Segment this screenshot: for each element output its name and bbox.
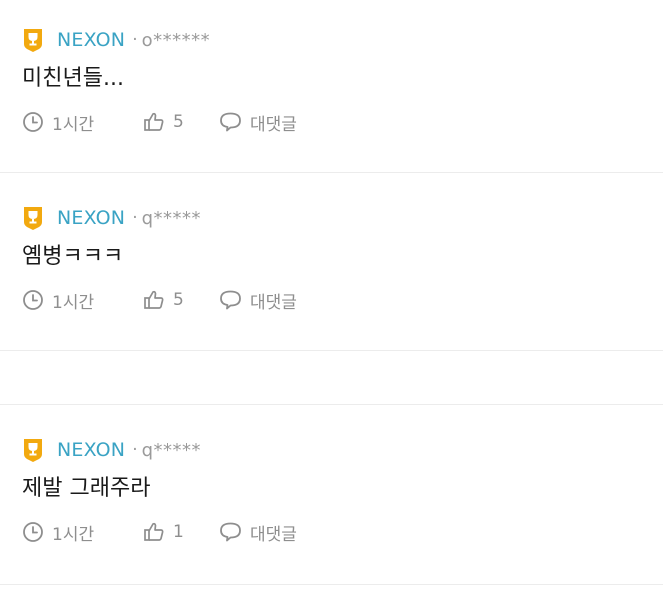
comment-author-row: NEXON · q***** <box>22 436 201 464</box>
comment-time: 1시간 <box>22 520 143 545</box>
time-label: 1시간 <box>52 292 95 313</box>
comment-author-row: NEXON · q***** <box>22 204 201 232</box>
comment-actions: 1시간 5 대댓글 <box>22 286 297 314</box>
speech-bubble-icon <box>219 111 242 133</box>
speech-bubble-icon <box>219 289 242 311</box>
comment-actions: 1시간 5 대댓글 <box>22 108 297 136</box>
comment-text: 미친년들... <box>22 66 124 91</box>
thumbs-up-icon <box>143 111 165 133</box>
clock-icon <box>22 289 44 311</box>
like-count: 5 <box>173 112 184 132</box>
thumbs-up-icon <box>143 521 165 543</box>
meta-separator: · <box>132 208 138 228</box>
like-button[interactable]: 5 <box>143 111 219 133</box>
thumbs-up-icon <box>143 289 165 311</box>
clock-icon <box>22 521 44 543</box>
reply-label: 대댓글 <box>250 292 297 313</box>
trophy-badge-icon <box>22 206 44 230</box>
like-button[interactable]: 5 <box>143 289 219 311</box>
comment-time: 1시간 <box>22 110 143 135</box>
comment-divider <box>0 172 663 173</box>
comment-author-row: NEXON · o****** <box>22 26 210 54</box>
reply-button[interactable]: 대댓글 <box>219 110 297 135</box>
author-nickname[interactable]: NEXON <box>57 29 125 51</box>
comment-actions: 1시간 1 대댓글 <box>22 518 297 546</box>
author-id: o****** <box>141 29 211 51</box>
time-label: 1시간 <box>52 524 95 545</box>
speech-bubble-icon <box>219 521 242 543</box>
comment-item: NEXON · q***** 옘병ㅋㅋㅋ 1시간 5 대댓글 <box>0 204 663 324</box>
comment-item: NEXON · q***** 제발 그래주라 1시간 1 대댓글 <box>0 436 663 556</box>
trophy-badge-icon <box>22 28 44 52</box>
author-nickname[interactable]: NEXON <box>57 207 125 229</box>
reply-button[interactable]: 대댓글 <box>219 520 297 545</box>
comment-item: NEXON · o****** 미친년들... 1시간 5 대댓글 <box>0 26 663 146</box>
time-label: 1시간 <box>52 114 95 135</box>
like-count: 5 <box>173 290 184 310</box>
author-nickname[interactable]: NEXON <box>57 439 125 461</box>
clock-icon <box>22 111 44 133</box>
comment-text: 제발 그래주라 <box>22 476 151 501</box>
author-id: q***** <box>141 207 202 229</box>
comment-divider <box>0 350 663 351</box>
like-count: 1 <box>173 522 184 542</box>
reply-label: 대댓글 <box>250 114 297 135</box>
trophy-badge-icon <box>22 438 44 462</box>
like-button[interactable]: 1 <box>143 521 219 543</box>
comment-divider <box>0 584 663 585</box>
reply-label: 대댓글 <box>250 524 297 545</box>
comment-text: 옘병ㅋㅋㅋ <box>22 244 124 269</box>
comment-time: 1시간 <box>22 288 143 313</box>
author-id: q***** <box>141 439 202 461</box>
meta-separator: · <box>132 30 138 50</box>
comment-divider <box>0 404 663 405</box>
reply-button[interactable]: 대댓글 <box>219 288 297 313</box>
meta-separator: · <box>132 440 138 460</box>
